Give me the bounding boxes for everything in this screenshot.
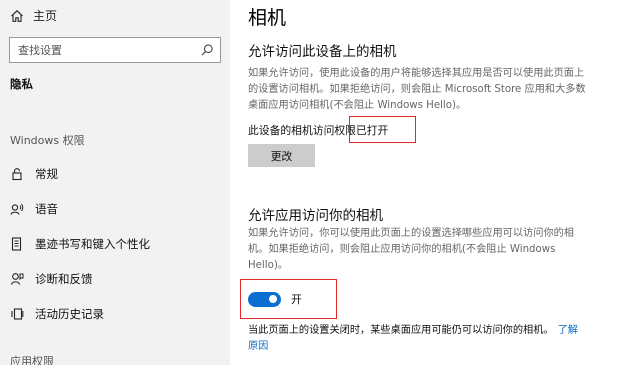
sidebar-item-label: 常规 <box>35 167 58 181</box>
app-access-toggle[interactable] <box>248 291 281 307</box>
search-input[interactable] <box>18 43 188 57</box>
sidebar-item-label: 诊断和反馈 <box>35 272 93 286</box>
app-access-description: 如果允许访问，你可以使用此页面上的设置选择哪些应用可以访问你的相机。如果拒绝访问… <box>248 228 574 271</box>
device-access-heading: 允许访问此设备上的相机 <box>248 44 397 60</box>
sidebar-item-speech[interactable]: 语音 <box>10 199 58 219</box>
diagnostics-icon <box>10 273 24 285</box>
highlight-box-status <box>349 116 416 143</box>
lock-icon <box>12 168 22 181</box>
note-text: 当此页面上的设置关闭时，某些桌面应用可能仍可以访问你的相机。 <box>248 325 554 336</box>
toggle-label: 开 <box>291 293 302 306</box>
device-access-description: 如果允许访问，使用此设备的用户将能够选择其应用是否可以使用此页面上的设置访问相机… <box>248 68 586 111</box>
sidebar-item-activity-history[interactable]: 活动历史记录 <box>10 304 104 324</box>
sidebar-item-label: 语音 <box>35 202 58 216</box>
ink-typing-icon <box>11 237 22 251</box>
page-title: 相机 <box>248 7 287 29</box>
change-button[interactable]: 更改 <box>248 144 315 167</box>
app-access-toggle-row: 开 <box>248 291 302 307</box>
voice-icon <box>10 203 24 215</box>
sidebar-item-inking-typing[interactable]: 墨迹书写和键入个性化 <box>10 234 150 254</box>
privacy-heading: 隐私 <box>10 77 33 91</box>
windows-permissions-label: Windows 权限 <box>10 134 85 147</box>
home-label: 主页 <box>33 9 58 23</box>
sidebar-item-general[interactable]: 常规 <box>10 164 58 184</box>
sidebar-item-label: 活动历史记录 <box>35 307 104 321</box>
app-access-note: 当此页面上的设置关闭时，某些桌面应用可能仍可以访问你的相机。 了解原因 <box>248 323 588 355</box>
activity-history-icon <box>11 308 24 320</box>
sidebar-item-label: 墨迹书写和键入个性化 <box>35 237 150 251</box>
toggle-knob <box>269 295 277 303</box>
camera-settings-page: 相机 允许访问此设备上的相机 如果允许访问，使用此设备的用户将能够选择其应用是否… <box>230 0 634 365</box>
search-box[interactable] <box>9 37 221 63</box>
app-permissions-label: 应用权限 <box>10 355 54 365</box>
sidebar-item-diagnostics[interactable]: 诊断和反馈 <box>10 269 93 289</box>
app-access-heading: 允许应用访问你的相机 <box>248 208 383 224</box>
sidebar-home-link[interactable]: 主页 <box>10 7 57 24</box>
status-prefix: 此设备的相机访问权 <box>248 124 346 137</box>
settings-sidebar: 主页 隐私 Windows 权限 常规 语音 墨迹书写和键入个性 <box>0 0 230 365</box>
home-icon <box>11 9 23 22</box>
search-icon[interactable] <box>200 43 214 57</box>
